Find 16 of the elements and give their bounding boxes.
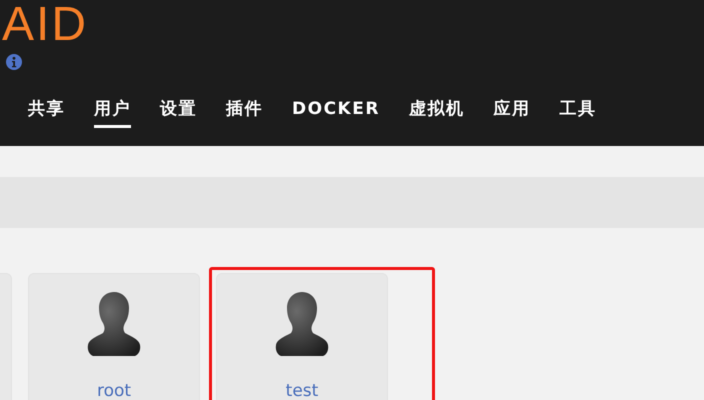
user-name-link[interactable]: root [96,380,132,400]
nav-tab[interactable]: 共享 [28,98,65,128]
nav-tab[interactable]: 应用 [493,98,530,128]
user-name-link[interactable]: test [286,380,318,400]
user-card[interactable]: root [28,273,200,400]
nav-tab[interactable]: 设置 [160,98,197,128]
nav-tab[interactable]: 插件 [226,98,263,128]
logo: AID [2,0,88,50]
user-card[interactable]: test [216,273,388,400]
nav-tab[interactable]: DOCKER [292,98,380,128]
nav-tab[interactable]: 用户 [94,98,131,128]
user-silhouette-icon [275,292,329,356]
nav-tab[interactable]: 虚拟机 [408,98,464,128]
info-icon[interactable] [6,54,22,70]
user-silhouette-icon [87,292,141,356]
nav-tab[interactable]: 工具 [559,98,596,128]
